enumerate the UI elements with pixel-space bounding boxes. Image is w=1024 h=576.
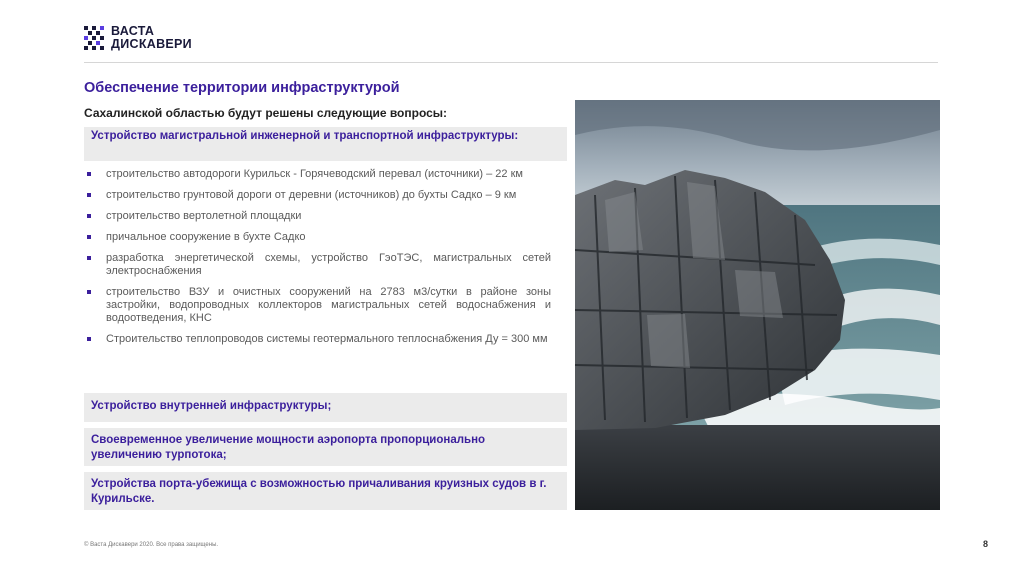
company-logo: ВАСТА ДИСКАВЕРИ	[84, 25, 192, 51]
footer-copyright: © Васта Дискавери 2020. Все права защище…	[84, 542, 219, 548]
logo-text: ВАСТА ДИСКАВЕРИ	[111, 25, 192, 51]
list-item-text: строительство вертолетной площадки	[106, 210, 302, 222]
square-bullet-icon	[87, 256, 91, 260]
section-box-label: Устройство магистральной инженерной и тр…	[91, 130, 519, 142]
page-title: Обеспечение территории инфраструктурой	[84, 80, 400, 96]
list-item-text: разработка энергетической схемы, устройс…	[106, 252, 551, 277]
coast-photo	[575, 100, 940, 510]
square-bullet-icon	[87, 193, 91, 197]
section-box-port: Устройства порта-убежища с возможностью …	[84, 472, 567, 510]
list-item: разработка энергетической схемы, устройс…	[84, 252, 551, 278]
section-box-label: Устройства порта-убежища с возможностью …	[91, 478, 547, 505]
pixel-grid-logo-icon	[84, 26, 106, 50]
list-item-text: строительство автодороги Курильск - Горя…	[106, 168, 523, 180]
square-bullet-icon	[87, 290, 91, 294]
list-item: строительство автодороги Курильск - Горя…	[84, 168, 551, 181]
section-box-internal-infrastructure: Устройство внутренней инфраструктуры;	[84, 393, 567, 422]
list-item: строительство грунтовой дороги от деревн…	[84, 189, 551, 202]
section-box-main-infrastructure: Устройство магистральной инженерной и тр…	[84, 127, 567, 161]
section-box-label: Устройство внутренней инфраструктуры;	[91, 400, 332, 412]
intro-text: Сахалинской областью будут решены следую…	[84, 106, 448, 120]
list-item-text: Строительство теплопроводов системы геот…	[106, 333, 548, 345]
section-box-airport: Своевременное увеличение мощности аэропо…	[84, 428, 567, 466]
list-item-text: причальное сооружение в бухте Садко	[106, 231, 306, 243]
bullet-list: строительство автодороги Курильск - Горя…	[84, 168, 551, 346]
list-item: строительство вертолетной площадки	[84, 210, 551, 223]
header-divider	[84, 62, 938, 63]
list-item-text: строительство грунтовой дороги от деревн…	[106, 189, 517, 201]
list-item: строительство ВЗУ и очистных сооружений …	[84, 286, 551, 325]
square-bullet-icon	[87, 235, 91, 239]
list-item-text: строительство ВЗУ и очистных сооружений …	[106, 286, 551, 324]
square-bullet-icon	[87, 214, 91, 218]
logo-line-2: ДИСКАВЕРИ	[111, 37, 192, 51]
list-item: Строительство теплопроводов системы геот…	[84, 333, 551, 346]
page-number: 8	[983, 539, 989, 549]
square-bullet-icon	[87, 172, 91, 176]
list-item: причальное сооружение в бухте Садко	[84, 231, 551, 244]
section-box-label: Своевременное увеличение мощности аэропо…	[91, 434, 486, 461]
square-bullet-icon	[87, 337, 91, 341]
